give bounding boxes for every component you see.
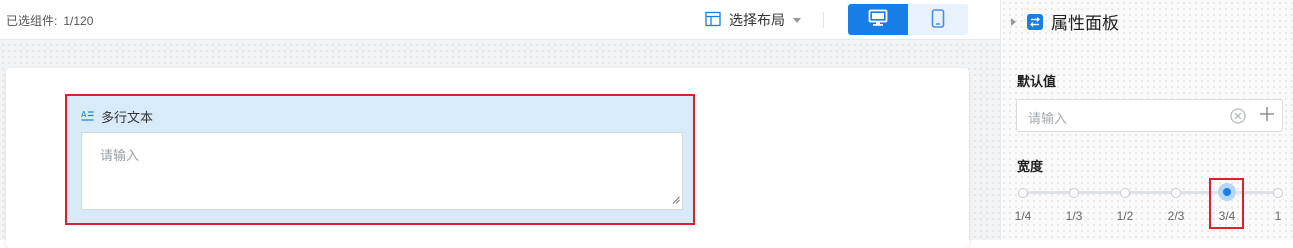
width-slider-stop[interactable]	[1273, 188, 1283, 198]
width-option-label: 1	[1274, 209, 1282, 223]
width-slider-stop[interactable]	[1171, 188, 1181, 198]
desktop-icon	[868, 9, 888, 30]
selected-components-value: 1/120	[63, 14, 94, 28]
toolbar-divider	[823, 12, 824, 28]
field-header: A 多行文本	[81, 107, 153, 126]
collapse-arrow-icon[interactable]	[1011, 17, 1016, 26]
layout-select[interactable]: 选择布局	[705, 10, 801, 30]
slider-track	[1023, 191, 1275, 194]
width-label: 宽度	[1017, 159, 1044, 174]
width-option-label: 1/4	[1014, 209, 1032, 223]
width-option-label: 2/3	[1167, 209, 1185, 223]
mobile-view-button[interactable]	[908, 4, 968, 35]
selected-components-label: 已选组件:	[6, 14, 58, 28]
default-value-placeholder: 请输入	[1028, 111, 1068, 126]
clear-icon[interactable]	[1230, 108, 1246, 127]
default-value-input[interactable]: 请输入	[1016, 99, 1253, 132]
width-slider-stop[interactable]	[1069, 188, 1079, 198]
width-option-label: 1/2	[1116, 209, 1134, 223]
textarea-placeholder: 请输入	[100, 148, 140, 163]
width-option-label: 1/3	[1065, 209, 1083, 223]
layout-icon	[705, 11, 721, 30]
plus-icon	[1259, 106, 1275, 125]
selected-components-counter: 已选组件: 1/120	[6, 12, 93, 29]
add-default-value-button[interactable]	[1251, 99, 1283, 132]
multiline-text-icon: A	[81, 109, 94, 125]
panel-header: 属性面板	[1011, 9, 1119, 34]
width-slider-stop[interactable]	[1018, 188, 1028, 198]
form-card: A 多行文本 请输入	[6, 68, 969, 248]
settings-icon	[1027, 13, 1043, 30]
designer-toolbar: 已选组件: 1/120 选择布局	[0, 0, 1000, 40]
field-label: 多行文本	[101, 110, 154, 125]
desktop-view-button[interactable]	[848, 4, 908, 35]
mobile-icon	[931, 8, 945, 31]
multiline-text-input[interactable]: 请输入	[81, 132, 683, 210]
svg-text:A: A	[81, 110, 87, 119]
form-canvas: 已选组件: 1/120 选择布局 A 多行文本 请输入	[0, 0, 1000, 248]
device-toggle	[848, 4, 968, 35]
width-slider-knob[interactable]	[1218, 183, 1236, 201]
panel-title: 属性面板	[1051, 14, 1119, 33]
layout-select-label: 选择布局	[729, 12, 785, 28]
width-slider[interactable]	[1018, 180, 1283, 208]
selected-field-multiline-text[interactable]: A 多行文本 请输入	[65, 94, 695, 225]
width-option-label: 3/4	[1218, 209, 1236, 223]
resize-handle-icon[interactable]	[672, 192, 680, 207]
width-slider-stop[interactable]	[1120, 188, 1130, 198]
default-value-label: 默认值	[1017, 74, 1057, 89]
chevron-down-icon	[793, 17, 801, 23]
